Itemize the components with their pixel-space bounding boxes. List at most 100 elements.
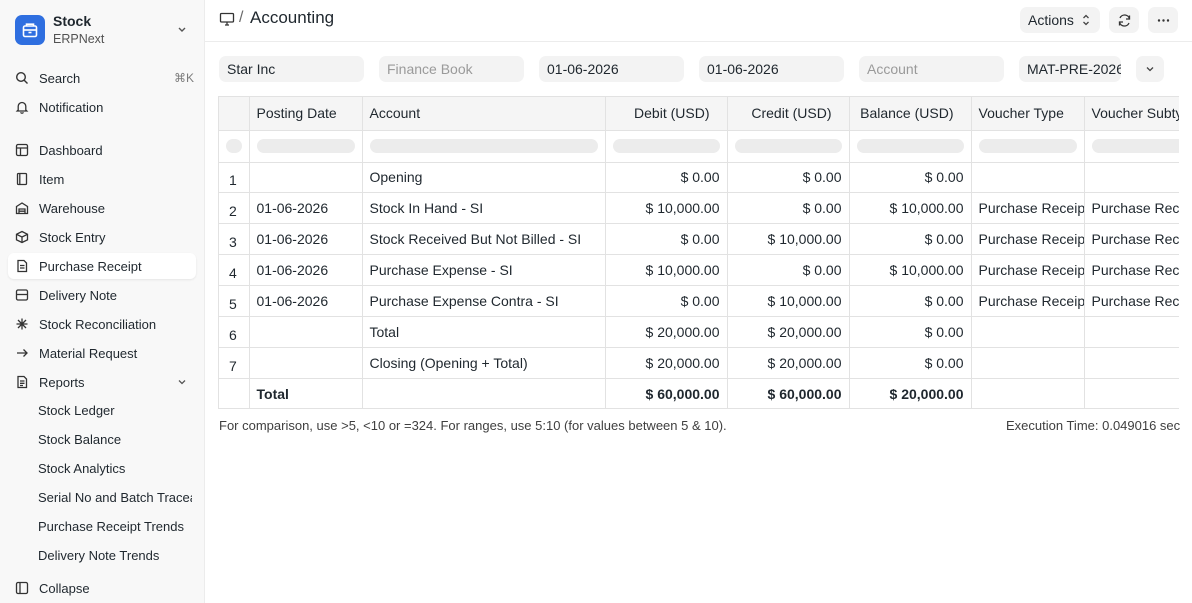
cell-voucher-type	[971, 316, 1085, 348]
cell-account: Purchase Expense - SI	[362, 254, 606, 287]
table-row[interactable]: 1 Opening $ 0.00 $ 0.00 $ 0.00	[219, 162, 1179, 194]
row-index: 4	[219, 254, 250, 287]
notification-button[interactable]: Notification	[8, 94, 196, 120]
file-icon	[14, 258, 30, 274]
chevron-updown-icon	[1083, 14, 1089, 26]
truck-icon	[14, 287, 30, 303]
cell-credit: $ 20,000.00	[727, 316, 850, 348]
report-link-stock-balance[interactable]: Stock Balance	[38, 432, 121, 447]
cell-voucher-type: Purchase Receipt	[971, 223, 1085, 256]
collapse-sidebar-button[interactable]: Collapse	[8, 575, 196, 601]
filter-input-voucher-type[interactable]	[978, 139, 1077, 153]
table-row[interactable]: 7 Closing (Opening + Total) $ 20,000.00 …	[219, 347, 1179, 379]
chevron-down-icon	[1146, 67, 1154, 72]
report-link-delivery-note-trends[interactable]: Delivery Note Trends	[38, 548, 159, 563]
actions-button[interactable]: Actions	[1020, 7, 1100, 33]
app-switcher[interactable]: Stock ERPNext	[15, 12, 195, 48]
totals-row: Total $ 60,000.00 $ 60,000.00 $ 20,000.0…	[219, 378, 1179, 408]
filter-input-posting-date[interactable]	[256, 139, 355, 153]
filter-input-debit[interactable]	[612, 139, 720, 153]
execution-time: Execution Time: 0.049016 sec	[1006, 418, 1181, 433]
cell-credit: $ 0.00	[727, 254, 850, 287]
cell-posting-date	[249, 347, 363, 379]
report-link-stock-ledger[interactable]: Stock Ledger	[38, 403, 115, 418]
sidebar-item-item[interactable]: Item	[8, 166, 196, 192]
column-header-account[interactable]: Account	[362, 97, 606, 131]
search-label: Search	[39, 70, 81, 86]
table-row[interactable]: 3 01-06-2026 Stock Received But Not Bill…	[219, 223, 1179, 256]
sidebar-item-dashboard[interactable]: Dashboard	[8, 137, 196, 163]
book-icon	[14, 171, 30, 187]
more-options-button[interactable]	[1148, 7, 1178, 33]
cell-posting-date: 01-06-2026	[249, 192, 363, 225]
column-header-posting-date[interactable]: Posting Date	[249, 97, 363, 131]
column-header-voucher-subtype[interactable]: Voucher Subtype	[1084, 97, 1179, 131]
filter-row	[219, 130, 1179, 163]
warehouse-icon	[14, 200, 30, 216]
column-header-voucher-type[interactable]: Voucher Type	[971, 97, 1085, 131]
row-index: 7	[219, 347, 250, 379]
report-icon	[14, 374, 30, 390]
sidebar-item-label: Dashboard	[39, 142, 103, 158]
table-row[interactable]: 5 01-06-2026 Purchase Expense Contra - S…	[219, 285, 1179, 317]
column-header-debit[interactable]: Debit (USD)	[605, 97, 728, 131]
report-link-stock-analytics[interactable]: Stock Analytics	[38, 461, 125, 476]
sidebar-item-material-request[interactable]: Material Request	[8, 340, 196, 366]
search-button[interactable]: Search ⌘K	[8, 65, 196, 91]
app-name: Stock	[53, 13, 92, 29]
account-filter[interactable]: Account	[859, 56, 1004, 82]
cell-account: Closing (Opening + Total)	[362, 347, 606, 379]
cell-debit: $ 0.00	[605, 285, 728, 317]
desktop-icon[interactable]	[219, 11, 235, 30]
cell-account: Total	[362, 316, 606, 348]
sidebar-item-label: Delivery Note	[39, 287, 118, 303]
cell-voucher-subtype: Purchase Receipt	[1084, 254, 1179, 287]
total-balance: $ 20,000.00	[849, 378, 972, 408]
cell-voucher-type: Purchase Receipt	[971, 254, 1085, 287]
filter-input-account[interactable]	[369, 139, 598, 153]
sidebar-item-label: Material Request	[39, 345, 138, 361]
refresh-button[interactable]	[1109, 7, 1139, 33]
cell-account	[362, 378, 606, 408]
arrow-right-icon	[14, 345, 30, 361]
cell-voucher-subtype: Purchase Receipt	[1084, 285, 1179, 317]
table-header-row: Posting Date Account Debit (USD) Credit …	[219, 97, 1179, 131]
actions-label: Actions	[1028, 12, 1074, 28]
sidebar-item-stock-entry[interactable]: Stock Entry	[8, 224, 196, 250]
filter-input-balance[interactable]	[856, 139, 964, 153]
cell-voucher-type	[971, 162, 1085, 194]
to-date-filter[interactable]: 01-06-2026	[699, 56, 844, 82]
cell-balance: $ 0.00	[849, 162, 972, 194]
table-row[interactable]: 2 01-06-2026 Stock In Hand - SI $ 10,000…	[219, 192, 1179, 225]
stock-app-icon	[15, 15, 45, 45]
cell-account: Stock In Hand - SI	[362, 192, 606, 225]
report-link-serial-batch[interactable]: Serial No and Batch Traceability	[38, 490, 192, 505]
cell-balance: $ 0.00	[849, 223, 972, 256]
sidebar-item-stock-reconciliation[interactable]: Stock Reconciliation	[8, 311, 196, 337]
cell-debit: $ 20,000.00	[605, 347, 728, 379]
cell-posting-date	[249, 316, 363, 348]
report-link-purchase-receipt-trends[interactable]: Purchase Receipt Trends	[38, 519, 184, 534]
voucher-no-filter[interactable]: MAT-PRE-2026	[1019, 56, 1121, 82]
sidebar-item-warehouse[interactable]: Warehouse	[8, 195, 196, 221]
column-header-balance[interactable]: Balance (USD)	[849, 97, 972, 131]
company-filter[interactable]: Star Inc	[219, 56, 364, 82]
search-shortcut: ⌘K	[173, 71, 194, 85]
filter-input-voucher-subtype[interactable]	[1091, 139, 1179, 153]
column-header-credit[interactable]: Credit (USD)	[727, 97, 850, 131]
filter-toggle-button[interactable]	[1136, 56, 1164, 82]
cell-posting-date: 01-06-2026	[249, 285, 363, 317]
sidebar-item-purchase-receipt[interactable]: Purchase Receipt	[8, 253, 196, 279]
finance-book-filter[interactable]: Finance Book	[379, 56, 524, 82]
table-row[interactable]: 4 01-06-2026 Purchase Expense - SI $ 10,…	[219, 254, 1179, 287]
row-index	[219, 378, 250, 408]
sidebar-item-reports[interactable]: Reports	[8, 369, 196, 395]
from-date-filter[interactable]: 01-06-2026	[539, 56, 684, 82]
sidebar-item-label: Warehouse	[39, 200, 105, 216]
table-row[interactable]: 6 Total $ 20,000.00 $ 20,000.00 $ 0.00	[219, 316, 1179, 348]
cell-debit: $ 10,000.00	[605, 192, 728, 225]
cell-debit: $ 0.00	[605, 223, 728, 256]
sidebar-item-delivery-note[interactable]: Delivery Note	[8, 282, 196, 308]
filter-input-credit[interactable]	[734, 139, 842, 153]
cell-debit: $ 0.00	[605, 162, 728, 194]
